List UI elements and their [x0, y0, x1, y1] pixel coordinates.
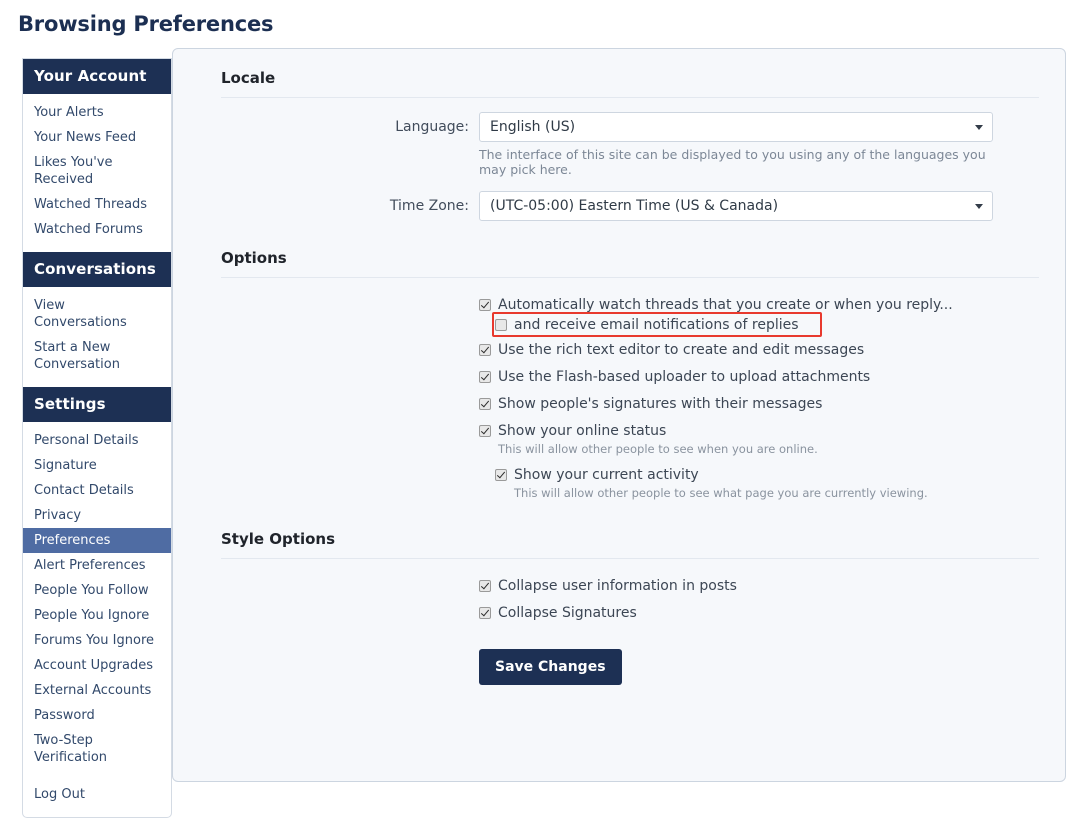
sidebar-item-external-accounts[interactable]: External Accounts [23, 678, 171, 703]
section-title-locale: Locale [221, 69, 276, 87]
language-hint: The interface of this site can be displa… [479, 147, 986, 177]
sidebar-item-view-conversations[interactable]: View Conversations [23, 293, 171, 335]
current-activity-checkbox[interactable] [495, 469, 507, 481]
current-activity-label: Show your current activity [514, 467, 699, 483]
sidebar: Your Account Your Alerts Your News Feed … [22, 58, 172, 818]
flash-uploader-label: Use the Flash-based uploader to upload a… [498, 369, 871, 385]
sidebar-item-likes-youve-received[interactable]: Likes You've Received [23, 150, 171, 192]
email-notifications-label: and receive email notifications of repli… [514, 317, 799, 333]
section-rule-options [221, 277, 1039, 278]
style-options-list: Collapse user information in posts Colla… [479, 563, 1039, 622]
form-row-timezone: Time Zone: (UTC-05:00) Eastern Time (US … [221, 191, 1039, 221]
sidebar-group-header-conversations: Conversations [23, 252, 171, 287]
options-list: Automatically watch threads that you cre… [479, 282, 1039, 501]
sidebar-list-conversations: View Conversations Start a New Conversat… [23, 287, 171, 387]
sidebar-item-your-alerts[interactable]: Your Alerts [23, 100, 171, 125]
option-rich-text-editor[interactable]: Use the rich text editor to create and e… [479, 341, 1039, 359]
online-status-checkbox[interactable] [479, 425, 491, 437]
section-rule-style-options [221, 558, 1039, 559]
option-collapse-user-info[interactable]: Collapse user information in posts [479, 577, 1039, 595]
language-label: Language: [395, 119, 469, 135]
sidebar-item-watched-threads[interactable]: Watched Threads [23, 192, 171, 217]
flash-uploader-checkbox[interactable] [479, 371, 491, 383]
option-online-status[interactable]: Show your online status [479, 422, 1039, 440]
sidebar-item-signature[interactable]: Signature [23, 453, 171, 478]
option-collapse-signatures[interactable]: Collapse Signatures [479, 604, 1039, 622]
section-rule-locale [221, 97, 1039, 98]
option-email-notifications[interactable]: and receive email notifications of repli… [492, 312, 1039, 337]
collapse-user-info-checkbox[interactable] [479, 580, 491, 592]
rich-text-editor-checkbox[interactable] [479, 344, 491, 356]
language-select[interactable]: English (US) [479, 112, 993, 142]
sidebar-item-password[interactable]: Password [23, 703, 171, 728]
sidebar-item-your-news-feed[interactable]: Your News Feed [23, 125, 171, 150]
chevron-down-icon [975, 204, 983, 209]
sidebar-group-header-your-account: Your Account [23, 59, 171, 94]
collapse-signatures-checkbox[interactable] [479, 607, 491, 619]
online-status-label: Show your online status [498, 423, 667, 439]
save-changes-button[interactable]: Save Changes [479, 649, 622, 685]
sidebar-item-forums-you-ignore[interactable]: Forums You Ignore [23, 628, 171, 653]
preferences-panel: Locale Language: English (US) The interf… [172, 48, 1066, 782]
section-title-options: Options [221, 249, 287, 267]
auto-watch-label: Automatically watch threads that you cre… [498, 297, 953, 313]
sidebar-item-contact-details[interactable]: Contact Details [23, 478, 171, 503]
timezone-field: (UTC-05:00) Eastern Time (US & Canada) [479, 191, 1039, 221]
sidebar-group-header-settings: Settings [23, 387, 171, 422]
auto-watch-checkbox[interactable] [479, 299, 491, 311]
sidebar-item-people-you-ignore[interactable]: People You Ignore [23, 603, 171, 628]
option-show-signatures[interactable]: Show people's signatures with their mess… [479, 395, 1039, 413]
sidebar-list-settings: Personal Details Signature Contact Detai… [23, 422, 171, 817]
language-field: English (US) The interface of this site … [479, 112, 1039, 177]
option-auto-watch[interactable]: Automatically watch threads that you cre… [479, 296, 1039, 314]
sidebar-item-log-out[interactable]: Log Out [23, 782, 171, 807]
current-activity-hint: This will allow other people to see what… [514, 486, 928, 500]
page-title: Browsing Preferences [18, 12, 274, 36]
sidebar-spacer [23, 770, 171, 782]
sidebar-item-alert-preferences[interactable]: Alert Preferences [23, 553, 171, 578]
sidebar-item-watched-forums[interactable]: Watched Forums [23, 217, 171, 242]
rich-text-editor-label: Use the rich text editor to create and e… [498, 342, 865, 358]
collapse-user-info-label: Collapse user information in posts [498, 578, 737, 594]
sidebar-item-start-a-new-conversation[interactable]: Start a New Conversation [23, 335, 171, 377]
collapse-signatures-label: Collapse Signatures [498, 605, 637, 621]
sidebar-item-preferences[interactable]: Preferences [23, 528, 171, 553]
sidebar-item-personal-details[interactable]: Personal Details [23, 428, 171, 453]
online-status-hint: This will allow other people to see when… [498, 442, 818, 456]
show-signatures-checkbox[interactable] [479, 398, 491, 410]
show-signatures-label: Show people's signatures with their mess… [498, 396, 823, 412]
timezone-select[interactable]: (UTC-05:00) Eastern Time (US & Canada) [479, 191, 993, 221]
form-row-language: Language: English (US) The interface of … [221, 112, 1039, 177]
sidebar-item-people-you-follow[interactable]: People You Follow [23, 578, 171, 603]
sidebar-item-privacy[interactable]: Privacy [23, 503, 171, 528]
option-current-activity[interactable]: Show your current activity [495, 466, 1039, 484]
sidebar-list-your-account: Your Alerts Your News Feed Likes You've … [23, 94, 171, 252]
timezone-label: Time Zone: [389, 198, 469, 214]
sidebar-item-account-upgrades[interactable]: Account Upgrades [23, 653, 171, 678]
language-select-value: English (US) [490, 119, 576, 135]
option-flash-uploader[interactable]: Use the Flash-based uploader to upload a… [479, 368, 1039, 386]
sidebar-item-two-step-verification[interactable]: Two-Step Verification [23, 728, 171, 770]
chevron-down-icon [975, 125, 983, 130]
timezone-select-value: (UTC-05:00) Eastern Time (US & Canada) [490, 198, 779, 214]
email-notifications-checkbox[interactable] [495, 319, 507, 331]
section-title-style-options: Style Options [221, 530, 336, 548]
